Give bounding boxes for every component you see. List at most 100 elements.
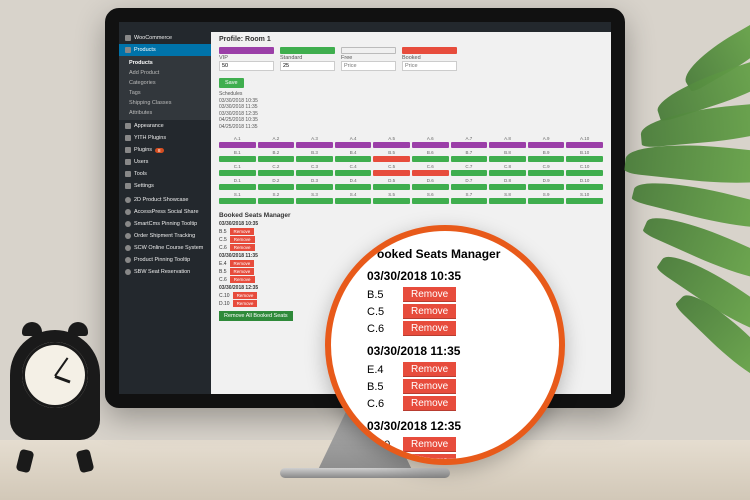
seat-A-7[interactable]: A.7	[451, 136, 488, 148]
remove-button[interactable]: Remove	[230, 244, 255, 251]
seat-S-6[interactable]: S.6	[412, 192, 449, 204]
sidebar-item-plugins[interactable]: Plugins 8	[119, 144, 211, 156]
sidebar-item-order-shipment-tracking[interactable]: Order Shipment Tracking	[119, 230, 211, 242]
sidebar-item-woocommerce[interactable]: WooCommerce	[119, 32, 211, 44]
sidebar-item-yith-plugins[interactable]: YITH Plugins	[119, 132, 211, 144]
seat-D-1[interactable]: D.1	[219, 178, 256, 190]
seat-D-4[interactable]: D.4	[335, 178, 372, 190]
seat-C-5[interactable]: C.5	[373, 164, 410, 176]
tier-price-input-std[interactable]	[280, 61, 335, 71]
seat-S-1[interactable]: S.1	[219, 192, 256, 204]
tier-price-input-vip[interactable]	[219, 61, 274, 71]
seat-B-10[interactable]: B.10	[566, 150, 603, 162]
remove-button[interactable]: Remove	[230, 228, 255, 235]
seat-A-10[interactable]: A.10	[566, 136, 603, 148]
submenu-categories[interactable]: Categories	[119, 78, 211, 88]
seat-C-1[interactable]: C.1	[219, 164, 256, 176]
zoom-remove-button[interactable]: Remove	[403, 437, 456, 452]
remove-button[interactable]: Remove	[230, 268, 255, 275]
seat-S-8[interactable]: S.8	[489, 192, 526, 204]
submenu-shipping-classes[interactable]: Shipping Classes	[119, 98, 211, 108]
seat-S-10[interactable]: S.10	[566, 192, 603, 204]
seat-A-5[interactable]: A.5	[373, 136, 410, 148]
seat-B-2[interactable]: B.2	[258, 150, 295, 162]
remove-button[interactable]: Remove	[233, 300, 258, 307]
seat-B-6[interactable]: B.6	[412, 150, 449, 162]
seat-C-8[interactable]: C.8	[489, 164, 526, 176]
seat-A-1[interactable]: A.1	[219, 136, 256, 148]
seat-D-3[interactable]: D.3	[296, 178, 333, 190]
submenu-tags[interactable]: Tags	[119, 88, 211, 98]
sidebar-item-settings[interactable]: Settings	[119, 180, 211, 192]
seat-C-9[interactable]: C.9	[528, 164, 565, 176]
tier-swatch-vip[interactable]	[219, 47, 274, 54]
sidebar-item-product-pinning-tooltip[interactable]: Product Pinning Tooltip	[119, 254, 211, 266]
seat-S-4[interactable]: S.4	[335, 192, 372, 204]
wp-admin-bar[interactable]	[119, 22, 611, 32]
seat-A-3[interactable]: A.3	[296, 136, 333, 148]
seat-A-8[interactable]: A.8	[489, 136, 526, 148]
seat-S-5[interactable]: S.5	[373, 192, 410, 204]
seat-C-3[interactable]: C.3	[296, 164, 333, 176]
seat-B-7[interactable]: B.7	[451, 150, 488, 162]
sidebar-item-2d-product-showcase[interactable]: 2D Product Showcase	[119, 194, 211, 206]
seat-C-6[interactable]: C.6	[412, 164, 449, 176]
admin-sidebar: WooCommerceProducts ProductsAdd ProductC…	[119, 22, 211, 394]
seat-S-9[interactable]: S.9	[528, 192, 565, 204]
seat-D-7[interactable]: D.7	[451, 178, 488, 190]
zoom-remove-button[interactable]: Remove	[403, 304, 456, 319]
seat-S-3[interactable]: S.3	[296, 192, 333, 204]
zoom-remove-button[interactable]: Remove	[403, 362, 456, 377]
tier-swatch-std[interactable]	[280, 47, 335, 54]
sidebar-item-appearance[interactable]: Appearance	[119, 120, 211, 132]
seat-C-4[interactable]: C.4	[335, 164, 372, 176]
seat-A-9[interactable]: A.9	[528, 136, 565, 148]
remove-button[interactable]: Remove	[230, 276, 255, 283]
seat-B-5[interactable]: B.5	[373, 150, 410, 162]
seat-A-6[interactable]: A.6	[412, 136, 449, 148]
sidebar-item-smartcms-pinning-tooltip[interactable]: SmartCms Pinning Tooltip	[119, 218, 211, 230]
sidebar-item-products[interactable]: Products	[119, 44, 211, 56]
remove-button[interactable]: Remove	[230, 236, 255, 243]
seat-C-10[interactable]: C.10	[566, 164, 603, 176]
seat-D-9[interactable]: D.9	[528, 178, 565, 190]
sidebar-item-tools[interactable]: Tools	[119, 168, 211, 180]
zoom-row: B.5Remove	[367, 287, 535, 302]
seat-D-8[interactable]: D.8	[489, 178, 526, 190]
submenu-products[interactable]: Products	[119, 58, 211, 68]
seat-B-9[interactable]: B.9	[528, 150, 565, 162]
remove-button[interactable]: Remove	[230, 260, 255, 267]
seat-B-8[interactable]: B.8	[489, 150, 526, 162]
sidebar-item-scw-online-course-system[interactable]: SCW Online Course System	[119, 242, 211, 254]
seat-D-2[interactable]: D.2	[258, 178, 295, 190]
zoom-remove-button[interactable]: Remove	[403, 379, 456, 394]
seat-A-4[interactable]: A.4	[335, 136, 372, 148]
seat-B-4[interactable]: B.4	[335, 150, 372, 162]
zoom-remove-button[interactable]: Remove	[403, 287, 456, 302]
tier-price-input-free[interactable]	[341, 61, 396, 71]
sidebar-item-accesspress-social-share[interactable]: AccessPress Social Share	[119, 206, 211, 218]
submenu-add-product[interactable]: Add Product	[119, 68, 211, 78]
seat-A-2[interactable]: A.2	[258, 136, 295, 148]
seat-D-5[interactable]: D.5	[373, 178, 410, 190]
tier-swatch-booked[interactable]	[402, 47, 457, 54]
tier-price-input-booked[interactable]	[402, 61, 457, 71]
remove-button[interactable]: Remove	[233, 292, 258, 299]
submenu-attributes[interactable]: Attributes	[119, 108, 211, 118]
tier-swatch-free[interactable]	[341, 47, 396, 54]
zoom-remove-button[interactable]: Remove	[403, 396, 456, 411]
seat-S-7[interactable]: S.7	[451, 192, 488, 204]
seat-S-2[interactable]: S.2	[258, 192, 295, 204]
seat-D-6[interactable]: D.6	[412, 178, 449, 190]
remove-all-button[interactable]: Remove All Booked Seats	[219, 311, 293, 321]
zoom-remove-button[interactable]: Remove	[403, 321, 456, 336]
sidebar-item-users[interactable]: Users	[119, 156, 211, 168]
schedule-row[interactable]: 04/25/2018 11:35	[219, 124, 603, 131]
seat-B-3[interactable]: B.3	[296, 150, 333, 162]
seat-B-1[interactable]: B.1	[219, 150, 256, 162]
seat-C-7[interactable]: C.7	[451, 164, 488, 176]
save-button[interactable]: Save	[219, 78, 244, 88]
sidebar-item-sbw-seat-reservation[interactable]: SBW Seat Reservation	[119, 266, 211, 278]
seat-C-2[interactable]: C.2	[258, 164, 295, 176]
seat-D-10[interactable]: D.10	[566, 178, 603, 190]
